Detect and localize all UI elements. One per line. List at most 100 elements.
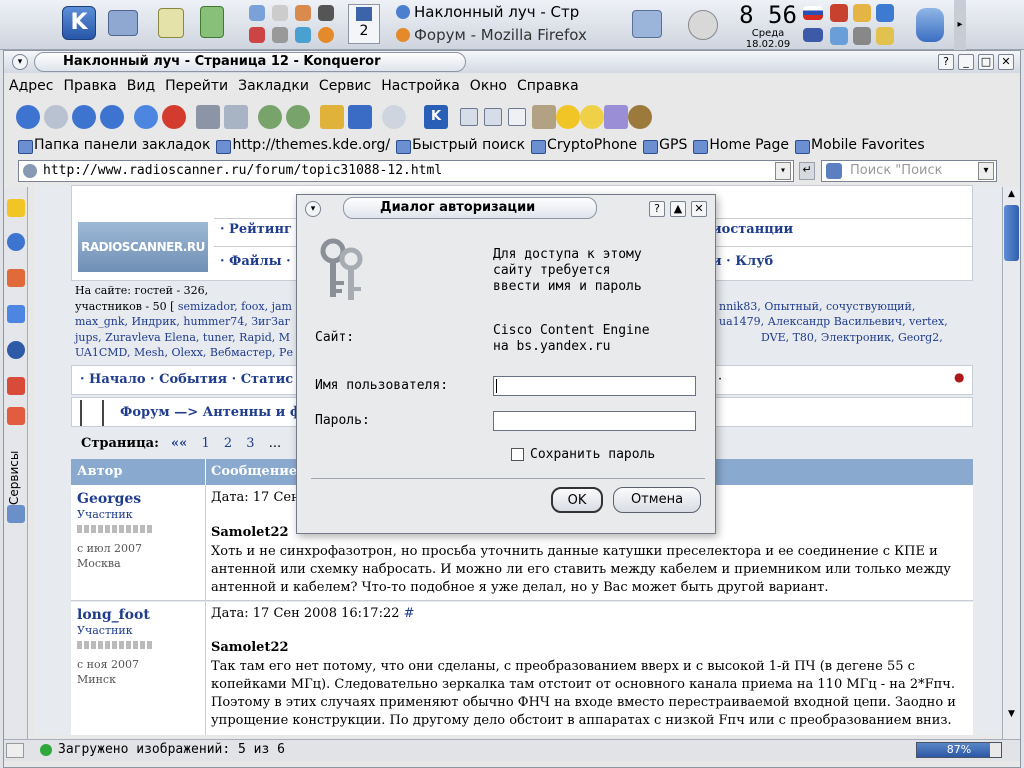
arrow-down-icon[interactable] <box>876 4 894 22</box>
vertical-scrollbar[interactable]: ▲ ▼ <box>1002 187 1020 739</box>
plugin-icon[interactable] <box>604 105 628 129</box>
nav-radiostations[interactable]: иостанции <box>712 222 793 237</box>
search-engine-icon[interactable] <box>826 163 842 179</box>
find-icon[interactable] <box>382 105 406 129</box>
users-list-e[interactable]: jups, Zuravleva Elena, tuner, Rapid, M <box>75 331 290 344</box>
menu-help[interactable]: Справка <box>512 75 584 94</box>
users-list-c[interactable]: max_gnk, Индрик, hummer74, ЗигЗаг <box>75 315 290 328</box>
stop-icon[interactable] <box>162 105 186 129</box>
speaker-icon[interactable] <box>853 4 871 22</box>
settings-icon[interactable] <box>272 27 288 43</box>
nav-club[interactable]: и · Клуб <box>712 254 773 269</box>
bookmark-star-icon[interactable] <box>556 105 580 129</box>
users-list-b[interactable]: nnik83, Опытный, сочуствующий, <box>719 299 915 315</box>
clock[interactable]: 8 56 Среда 18.02.09 <box>738 2 798 50</box>
dvd-icon[interactable] <box>688 10 718 40</box>
cd-icon[interactable] <box>272 5 288 21</box>
users-list-f[interactable]: DVE, T80, Электроник, Georg2, <box>761 330 943 346</box>
site-menu-links[interactable]: · Начало · События · Статис <box>80 372 293 387</box>
bookmark-folder[interactable]: Папка панели закладок <box>16 137 210 154</box>
kmenu-icon[interactable]: K <box>62 6 96 40</box>
network-icon[interactable] <box>7 341 25 359</box>
remember-checkbox[interactable] <box>511 448 524 461</box>
view-icon[interactable] <box>460 108 478 126</box>
app-icon[interactable] <box>295 5 311 21</box>
home-folder-icon[interactable] <box>7 269 25 287</box>
lightning-icon[interactable] <box>580 105 604 129</box>
download-icon[interactable] <box>348 105 372 129</box>
menu-bookmarks[interactable]: Закладки <box>233 75 314 94</box>
forward-icon[interactable] <box>44 105 68 129</box>
screenshot-icon[interactable] <box>632 10 662 38</box>
cancel-button[interactable]: Отмена <box>613 487 701 513</box>
kde-icon[interactable]: K <box>424 105 448 129</box>
page-3[interactable]: 3 <box>246 436 254 451</box>
wrench-icon[interactable] <box>532 105 556 129</box>
konqueror-icon[interactable] <box>295 27 311 43</box>
menu-settings[interactable]: Настройка <box>376 75 465 94</box>
services-icon[interactable] <box>7 407 25 425</box>
scroll-thumb[interactable] <box>1004 205 1019 261</box>
nav-rating[interactable]: · Рейтинг <box>220 222 292 237</box>
dialog-menu-icon[interactable]: ▾ <box>305 201 321 217</box>
us-flag-icon[interactable] <box>803 28 823 42</box>
taskbar-konqueror[interactable]: Наклонный луч - Стр <box>396 3 579 21</box>
users-list-a[interactable]: semizador, foox, jam <box>178 300 292 313</box>
device-icon[interactable] <box>7 505 25 523</box>
users-list-d[interactable]: ua1479, Александр Васильевич, vertex, <box>719 314 948 330</box>
tools-icon[interactable] <box>249 27 265 43</box>
url-input[interactable]: http://www.radioscanner.ru/forum/topic31… <box>18 160 794 182</box>
mushroom-icon[interactable] <box>628 105 652 129</box>
page-1[interactable]: 1 <box>201 436 209 451</box>
firefox-icon[interactable] <box>318 27 334 43</box>
breadcrumb-path[interactable]: Форум —> Антенны и ф <box>120 405 302 420</box>
bookmark-themes[interactable]: http://themes.kde.org/ <box>214 137 390 154</box>
page-2[interactable]: 2 <box>224 436 232 451</box>
menu-address[interactable]: Адрес <box>4 75 58 94</box>
username-input[interactable] <box>493 376 696 396</box>
trash-icon[interactable] <box>916 8 944 42</box>
panel-toggle[interactable] <box>6 743 24 758</box>
search-dropdown-icon[interactable]: ▾ <box>978 162 994 180</box>
remember-label[interactable]: Сохранить пароль <box>530 447 655 462</box>
notes-icon[interactable] <box>876 27 894 45</box>
close-icon[interactable]: ✕ <box>998 54 1014 70</box>
post-author[interactable]: long_foot <box>77 607 150 623</box>
zoom-in-icon[interactable] <box>258 105 282 129</box>
window-menu-icon[interactable]: ▾ <box>12 54 28 70</box>
taskbar-firefox[interactable]: Форум - Mozilla Firefox <box>396 26 587 44</box>
history-icon[interactable] <box>7 233 25 251</box>
up-icon[interactable] <box>72 105 96 129</box>
window-icon[interactable] <box>508 108 526 126</box>
help-icon[interactable]: ? <box>938 54 954 70</box>
close-icon[interactable]: ✕ <box>691 201 707 217</box>
users-list-g[interactable]: UA1CMD, Mesh, Olexx, Вебмастер, Ре <box>75 346 293 359</box>
post-permalink[interactable]: # <box>404 606 415 621</box>
bookmark-gps[interactable]: GPS <box>641 137 687 154</box>
page-prev[interactable]: «« <box>171 436 187 451</box>
klipper-icon[interactable] <box>853 27 871 45</box>
network-icon[interactable] <box>249 5 265 21</box>
search-input[interactable]: Поиск "Поиск ▾ <box>821 160 997 182</box>
folder-icon[interactable] <box>7 377 25 395</box>
split-view-icon[interactable] <box>484 108 502 126</box>
ru-flag-icon[interactable] <box>803 6 823 20</box>
shade-icon[interactable]: ▲ <box>670 201 686 217</box>
menu-view[interactable]: Вид <box>122 75 160 94</box>
zoom-out-icon[interactable] <box>286 105 310 129</box>
minimize-icon[interactable]: _ <box>958 54 974 70</box>
go-icon[interactable]: ↵ <box>799 162 815 180</box>
back-icon[interactable] <box>16 105 40 129</box>
print-preview-icon[interactable] <box>224 105 248 129</box>
print-icon[interactable] <box>196 105 220 129</box>
nav-files[interactable]: · Файлы · <box>220 254 291 269</box>
editor-icon[interactable] <box>158 8 184 38</box>
help-icon[interactable]: ? <box>649 201 665 217</box>
desktop-pager[interactable]: 2 <box>348 4 380 44</box>
bookmark-cryptophone[interactable]: CryptoPhone <box>529 137 637 154</box>
maximize-icon[interactable]: □ <box>978 54 994 70</box>
tray-icon[interactable] <box>830 4 848 22</box>
menu-tools[interactable]: Сервис <box>314 75 376 94</box>
bookmarks-star-icon[interactable] <box>7 199 25 217</box>
site-logo[interactable]: RADIOSCANNER.RU <box>78 222 208 272</box>
